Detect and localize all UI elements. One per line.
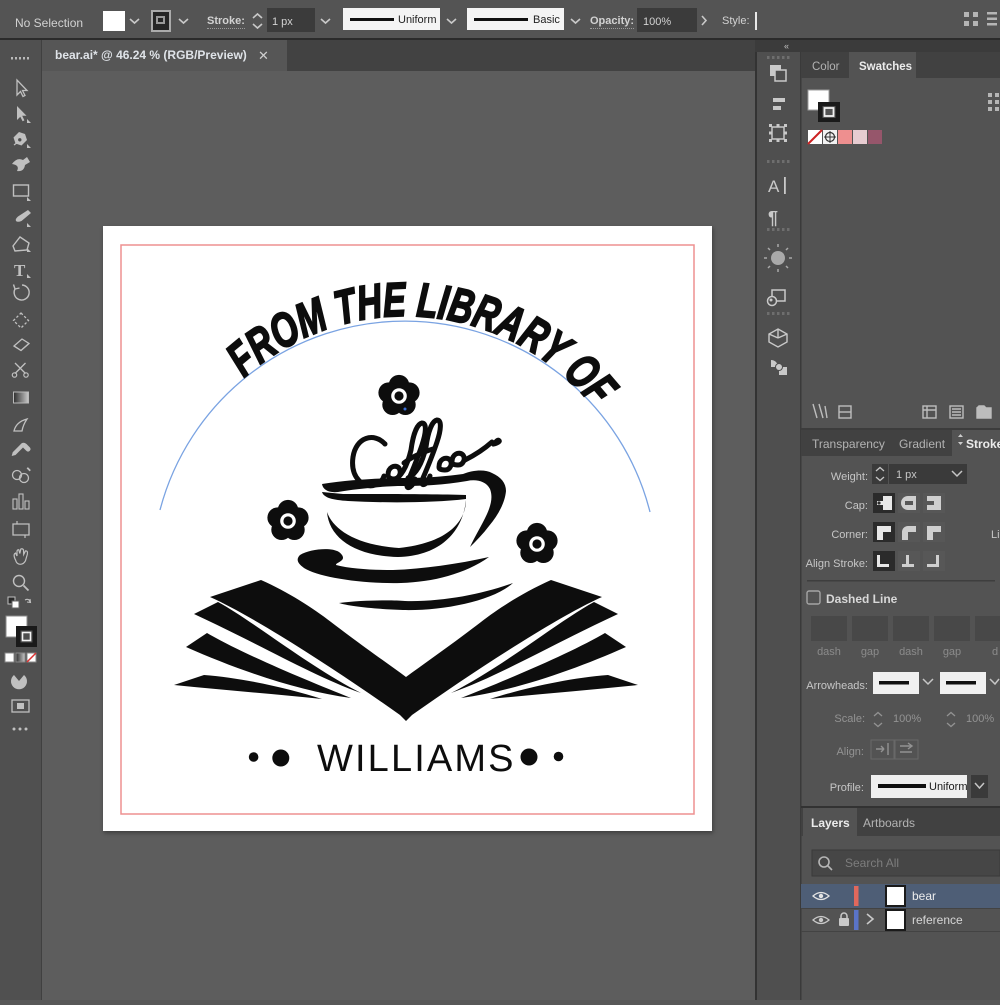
svg-text:Swatches: Swatches [859,61,912,73]
svg-text:reference: reference [912,913,963,927]
svg-text:WILLIAMS: WILLIAMS [317,738,516,780]
svg-text:Cap:: Cap: [845,500,868,512]
svg-text:T: T [14,261,26,280]
svg-text:bear: bear [912,889,936,903]
svg-text:Transparency: Transparency [812,437,885,451]
svg-text:A: A [768,177,780,196]
svg-text:Scale:: Scale: [834,713,865,725]
svg-text:FROM THE LIBRARY OF: FROM THE LIBRARY OF [217,274,627,416]
svg-text:Uniform: Uniform [929,781,968,793]
svg-text:Layers: Layers [811,816,850,830]
svg-text:Gradient: Gradient [899,437,946,451]
svg-text:dash: dash [817,646,841,658]
svg-text:Align:: Align: [836,746,864,758]
svg-text:Li: Li [991,529,1000,541]
svg-text:Align Stroke:: Align Stroke: [806,558,868,570]
svg-text:Arrowheads:: Arrowheads: [806,680,868,692]
svg-text:Search All: Search All [845,856,899,870]
svg-text:Color: Color [812,61,840,73]
svg-text:100%: 100% [893,713,921,725]
svg-text:«: « [784,41,789,51]
svg-text:Weight:: Weight: [831,471,868,483]
svg-text:1 px: 1 px [896,469,917,481]
svg-text:dash: dash [899,646,923,658]
svg-text:Corner:: Corner: [831,529,868,541]
svg-text:Profile:: Profile: [830,782,864,794]
svg-text:Artboards: Artboards [863,816,915,830]
svg-text:d: d [992,646,998,658]
svg-text:gap: gap [861,646,879,658]
svg-text:gap: gap [943,646,961,658]
svg-text:Dashed Line: Dashed Line [826,592,898,606]
svg-text:Stroke: Stroke [966,437,1000,451]
svg-text:¶: ¶ [768,208,778,228]
svg-text:100%: 100% [966,713,994,725]
